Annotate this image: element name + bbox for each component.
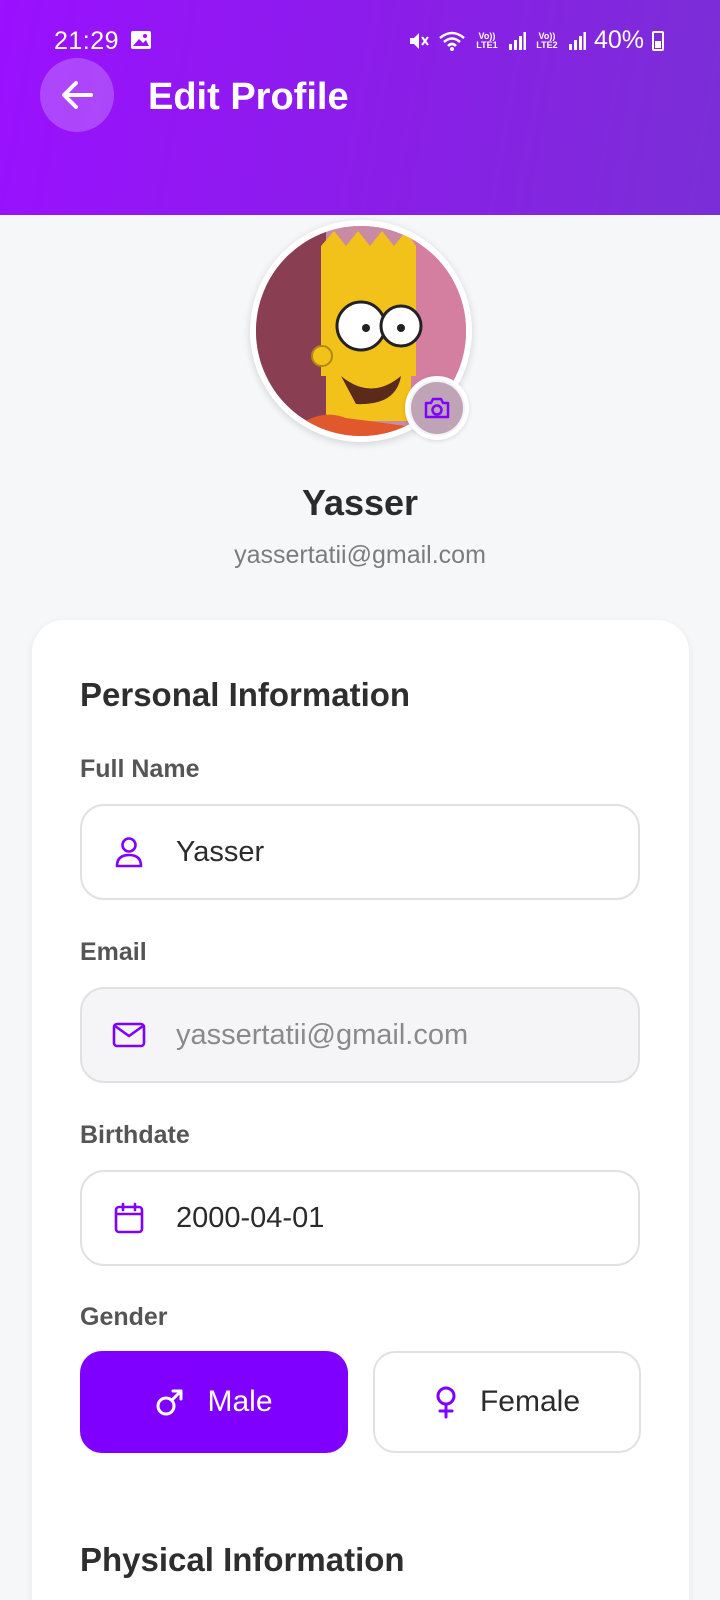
battery-icon bbox=[652, 30, 664, 51]
full-name-field[interactable] bbox=[80, 804, 640, 900]
header: 21:29 Vo)) LTE1 Vo)) LTE2 40% Edit Profi… bbox=[0, 0, 720, 215]
gender-female-label: Female bbox=[479, 1385, 581, 1418]
gender-label: Gender bbox=[80, 1303, 168, 1331]
mute-icon bbox=[409, 32, 429, 49]
battery-percentage: 40% bbox=[593, 26, 644, 54]
female-symbol-icon bbox=[436, 1386, 456, 1419]
full-name-input[interactable] bbox=[176, 835, 616, 869]
user-icon bbox=[110, 833, 148, 871]
status-indicators: Vo)) LTE1 Vo)) LTE2 40% bbox=[408, 26, 664, 55]
arrow-left-icon bbox=[62, 81, 93, 109]
signal-1-icon bbox=[508, 31, 526, 50]
mail-icon bbox=[110, 1016, 148, 1054]
back-button[interactable] bbox=[40, 58, 114, 132]
profile-name: Yasser bbox=[301, 482, 419, 523]
email-input[interactable] bbox=[176, 1018, 616, 1052]
calendar-icon bbox=[110, 1199, 148, 1237]
birthdate-input[interactable] bbox=[176, 1201, 616, 1235]
birthdate-label: Birthdate bbox=[80, 1121, 190, 1149]
full-name-label: Full Name bbox=[80, 755, 200, 783]
gallery-notification-icon bbox=[131, 31, 151, 49]
camera-icon bbox=[424, 397, 450, 419]
email-label: Email bbox=[80, 938, 147, 966]
sim2-label: Vo)) LTE2 bbox=[536, 30, 558, 50]
birthdate-field[interactable] bbox=[80, 1170, 640, 1266]
email-field[interactable] bbox=[80, 987, 640, 1083]
gender-male-button[interactable]: Male bbox=[80, 1351, 348, 1453]
gender-male-label: Male bbox=[207, 1385, 273, 1418]
gender-female-button[interactable]: Female bbox=[373, 1351, 641, 1453]
signal-2-icon bbox=[568, 31, 586, 50]
status-bar: 21:29 Vo)) LTE1 Vo)) LTE2 40% bbox=[0, 0, 720, 80]
personal-information-title: Personal Information bbox=[80, 676, 411, 713]
male-symbol-icon bbox=[156, 1389, 183, 1416]
page-title: Edit Profile bbox=[148, 76, 349, 118]
status-time: 21:29 bbox=[54, 27, 120, 55]
edit-profile-screen: 21:29 Vo)) LTE1 Vo)) LTE2 40% Edit Profi… bbox=[0, 0, 720, 1600]
change-photo-button[interactable] bbox=[405, 376, 469, 440]
physical-information-title: Physical Information bbox=[80, 1541, 405, 1578]
wifi-icon bbox=[439, 31, 465, 51]
sim1-label: Vo)) LTE1 bbox=[476, 30, 498, 50]
profile-email: yassertatii@gmail.com bbox=[234, 541, 486, 569]
